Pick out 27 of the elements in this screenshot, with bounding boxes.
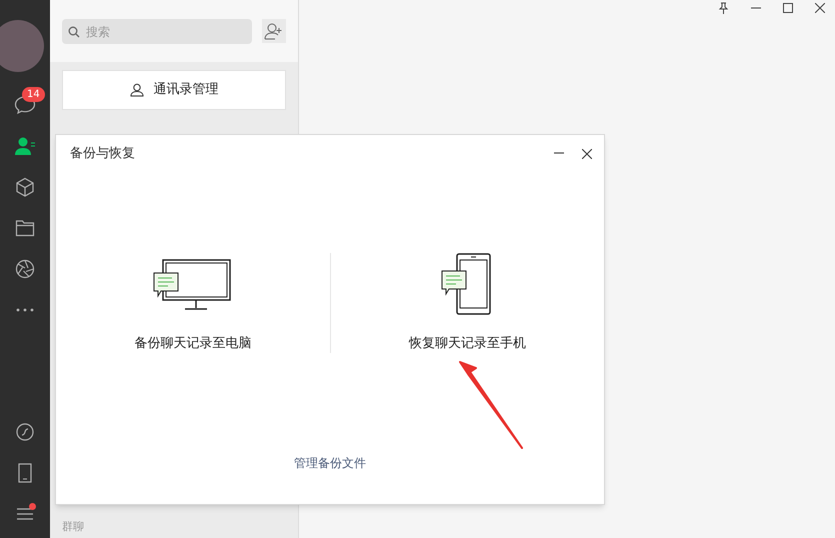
- aperture-icon[interactable]: [15, 258, 35, 278]
- backup-option[interactable]: 恢复聊天记录至手机: [330, 253, 604, 353]
- maximize-icon[interactable]: [783, 3, 793, 13]
- option-label: 备份聊天记录至电脑: [134, 334, 252, 352]
- unread-badge: 14: [22, 87, 45, 102]
- folder-icon[interactable]: [15, 218, 35, 236]
- pin-icon[interactable]: [718, 2, 729, 14]
- contacts-management-button[interactable]: 通讯录管理: [62, 70, 286, 110]
- person-icon[interactable]: [14, 136, 36, 156]
- search-icon: [68, 26, 80, 38]
- section-label: 群聊: [62, 518, 85, 534]
- phone-icon[interactable]: [18, 462, 32, 482]
- manage-backup-files-link[interactable]: 管理备份文件: [294, 454, 366, 472]
- menu-icon[interactable]: [16, 506, 34, 520]
- close-icon[interactable]: [815, 3, 825, 13]
- swirl-circle-icon[interactable]: [16, 422, 34, 440]
- phone-chat-drawing: [441, 253, 494, 315]
- add-person-icon: [264, 22, 284, 40]
- cube-icon[interactable]: [15, 176, 35, 196]
- dialog-title: 备份与恢复: [70, 145, 135, 164]
- close-icon[interactable]: [582, 149, 592, 159]
- person-icon: [130, 83, 144, 97]
- backup-option[interactable]: 备份聊天记录至电脑: [56, 253, 330, 353]
- more-icon[interactable]: [16, 308, 34, 312]
- search-field[interactable]: 搜索: [62, 19, 252, 44]
- add-contact-button[interactable]: [262, 19, 286, 43]
- option-label: 恢复聊天记录至手机: [408, 334, 526, 352]
